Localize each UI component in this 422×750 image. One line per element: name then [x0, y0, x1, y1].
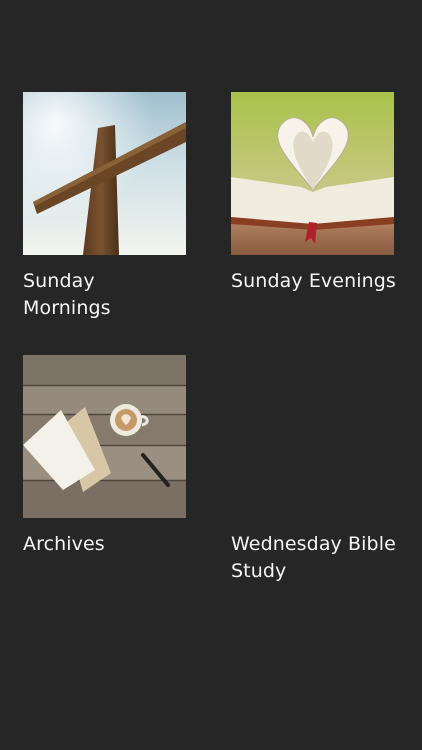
cross-image[interactable]: [23, 92, 186, 255]
series-title[interactable]: Sunday Evenings: [231, 268, 411, 295]
series-tile-sunday-mornings[interactable]: Sunday Mornings: [23, 92, 186, 322]
series-tile-sunday-evenings[interactable]: Sunday Evenings: [231, 92, 411, 295]
series-title[interactable]: Sunday Mornings: [23, 268, 186, 322]
series-tile-archives[interactable]: Archives: [23, 355, 186, 558]
series-title[interactable]: Wednesday Bible Study: [231, 531, 411, 585]
series-title[interactable]: Archives: [23, 531, 186, 558]
bible-heart-image[interactable]: [231, 92, 394, 255]
series-tile-wednesday-bible-study[interactable]: Wednesday Bible Study: [231, 355, 411, 585]
desk-notebook-coffee-image[interactable]: [23, 355, 186, 518]
